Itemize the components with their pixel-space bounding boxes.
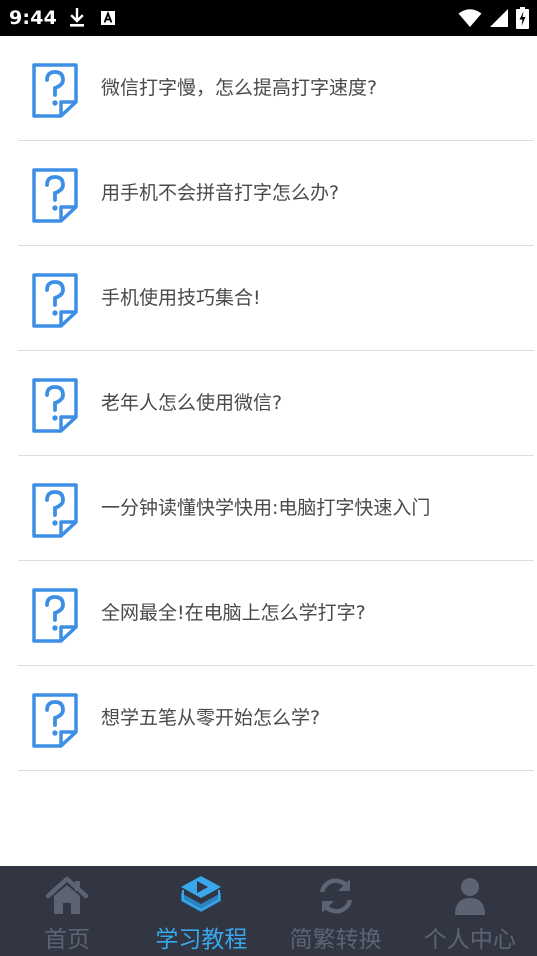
tab-home[interactable]: 首页 [0, 866, 134, 956]
list-item-title: 老年人怎么使用微信? [101, 392, 283, 414]
question-document-icon [30, 482, 80, 538]
user-icon [448, 874, 492, 918]
tab-label: 个人中心 [423, 927, 516, 953]
list-item-title: 用手机不会拼音打字怎么办? [101, 182, 340, 204]
tab-convert[interactable]: 简繁转换 [269, 866, 403, 956]
tab-label: 学习教程 [155, 927, 248, 953]
convert-refresh-icon [314, 874, 358, 918]
list-item[interactable]: 用手机不会拼音打字怎么办? [18, 141, 534, 246]
list-item-title: 想学五笔从零开始怎么学? [101, 707, 321, 729]
home-icon [45, 874, 89, 918]
status-bar: 9:44 [0, 0, 537, 36]
list-item[interactable]: 想学五笔从零开始怎么学? [18, 666, 534, 771]
download-icon [68, 7, 86, 32]
question-document-icon [30, 272, 80, 328]
list-item-title: 一分钟读懂快学快用:电脑打字快速入门 [101, 497, 431, 519]
question-document-icon [30, 377, 80, 433]
tab-label: 首页 [44, 927, 91, 953]
tutorial-play-icon [179, 874, 223, 918]
tab-tutorials[interactable]: 学习教程 [134, 866, 268, 956]
list-item-title: 微信打字慢，怎么提高打字速度? [101, 77, 378, 99]
question-document-icon [30, 167, 80, 223]
signal-icon [489, 8, 509, 32]
list-item[interactable]: 全网最全!在电脑上怎么学打字? [18, 561, 534, 666]
bottom-tab-bar: 首页 学习教程 简繁转换 个人中心 [0, 866, 537, 956]
list-item[interactable]: 老年人怎么使用微信? [18, 351, 534, 456]
question-document-icon [30, 587, 80, 643]
list-item[interactable]: 一分钟读懂快学快用:电脑打字快速入门 [18, 456, 534, 561]
status-time: 9:44 [9, 7, 58, 29]
list-item-title: 手机使用技巧集合! [101, 287, 261, 309]
a-box-icon [100, 10, 116, 30]
tab-label: 简繁转换 [289, 927, 382, 953]
battery-charging-icon [516, 7, 529, 33]
list-item[interactable]: 微信打字慢，怎么提高打字速度? [18, 36, 534, 141]
tab-profile[interactable]: 个人中心 [403, 866, 537, 956]
list-item-title: 全网最全!在电脑上怎么学打字? [101, 602, 366, 624]
wifi-icon [458, 8, 482, 32]
question-document-icon [30, 62, 80, 118]
tutorial-list: 微信打字慢，怎么提高打字速度? 用手机不会拼音打字怎么办? 手机使用技巧集合! [0, 36, 537, 771]
list-item[interactable]: 手机使用技巧集合! [18, 246, 534, 351]
question-document-icon [30, 692, 80, 748]
